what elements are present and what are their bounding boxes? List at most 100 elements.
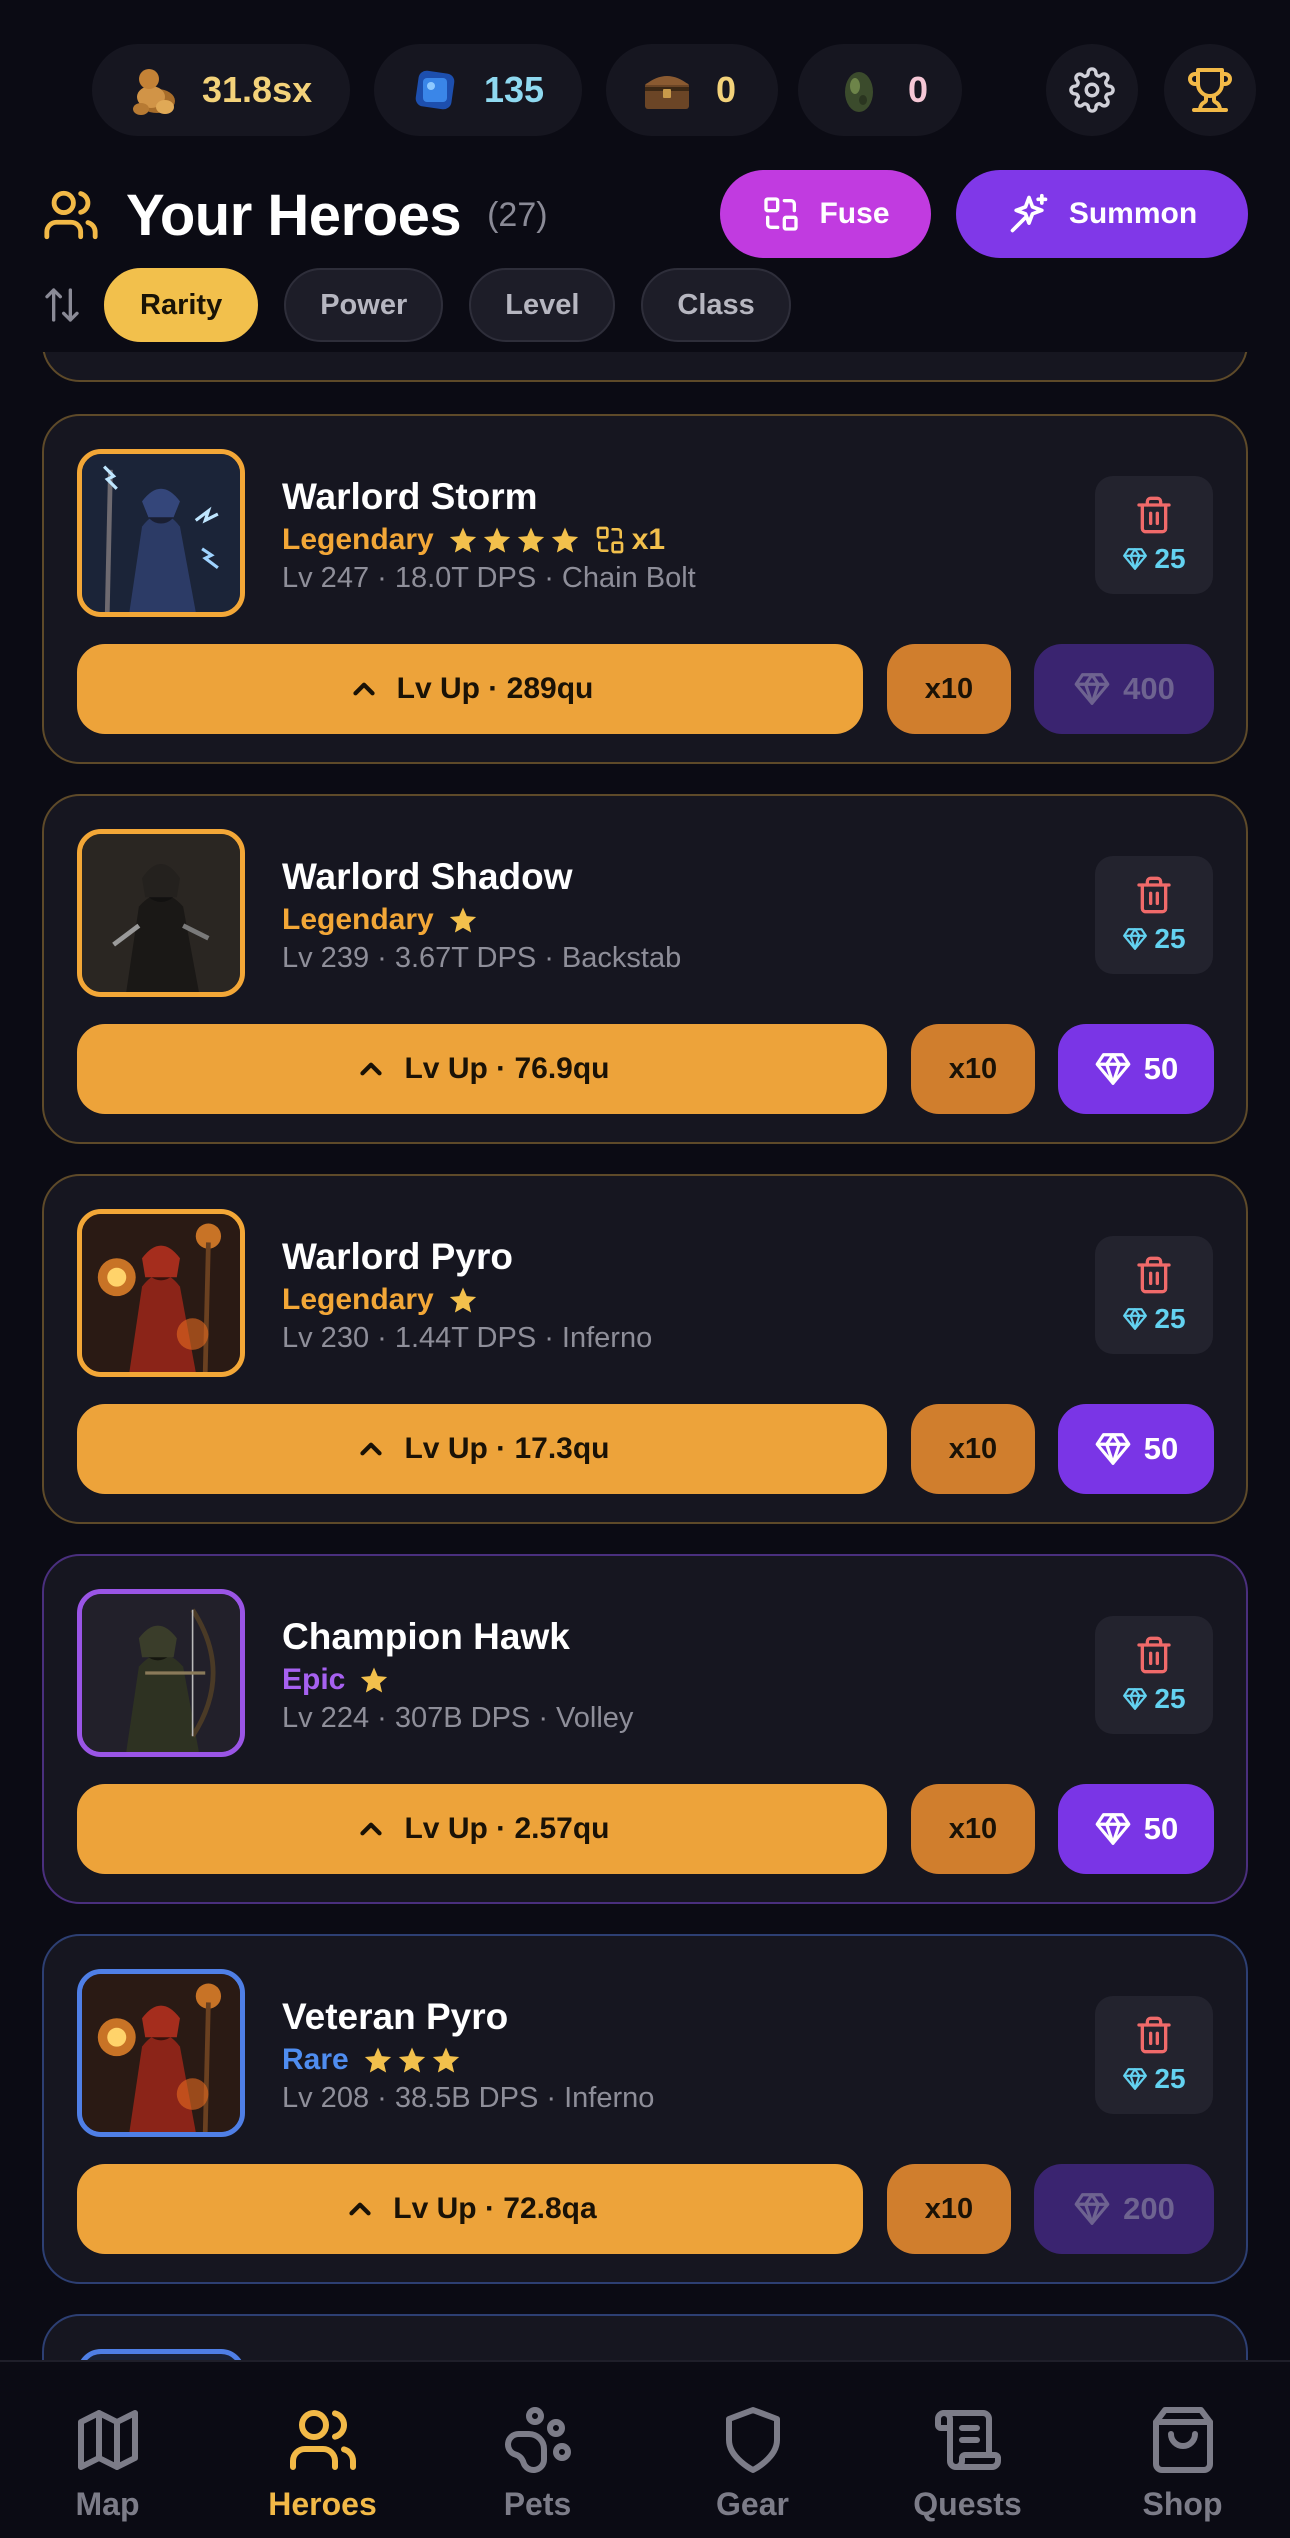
hero-card[interactable]: Veteran Pyro Rare Lv 208 · 38.5B DPS · I…: [42, 1934, 1248, 2284]
delete-reward-value: 25: [1154, 923, 1186, 954]
level-up-button[interactable]: Lv Up · 2.57qu: [77, 1784, 887, 1874]
hero-card[interactable]: Champion Hawk Epic Lv 224 · 307B DPS · V…: [42, 1554, 1248, 1904]
level-up-x10-button[interactable]: x10: [887, 2164, 1011, 2254]
gold-value: 31.8sx: [202, 69, 313, 110]
diamond-icon: [1095, 1433, 1131, 1465]
hero-rarity-line: Epic: [282, 1660, 393, 1700]
level-up-label: Lv Up · 17.3qu: [404, 1432, 610, 1465]
hero-card[interactable]: Warlord Storm Legendary x1 Lv 247 · 18.0…: [42, 414, 1248, 764]
level-up-label: Lv Up · 289qu: [396, 672, 594, 705]
delete-reward: 25: [1122, 2063, 1186, 2095]
trash-icon: [1137, 876, 1171, 914]
gold-currency[interactable]: 31.8sx: [92, 44, 350, 136]
hero-stats: Lv 239 · 3.67T DPS · Backstab: [282, 942, 682, 974]
hero-name: Veteran Pyro: [282, 1996, 509, 2037]
fuse-button[interactable]: Fuse: [720, 170, 931, 258]
level-up-x10-button[interactable]: x10: [911, 1784, 1035, 1874]
delete-reward-value: 25: [1154, 1683, 1186, 1714]
star-icon: [364, 2047, 391, 2073]
nav-label: Pets: [503, 2486, 572, 2522]
nav-pets[interactable]: Pets: [430, 2362, 645, 2538]
hero-rarity: Legendary: [282, 1283, 434, 1316]
hero-card-partial-bottom[interactable]: [42, 2314, 1248, 2360]
gem-upgrade-button[interactable]: 400: [1034, 644, 1214, 734]
egg-icon: [832, 63, 886, 117]
level-up-button[interactable]: Lv Up · 72.8qa: [77, 2164, 863, 2254]
gold-coins-icon: [126, 63, 180, 117]
gem-cost: 50: [1143, 1811, 1179, 1846]
hero-portrait: [77, 1969, 245, 2137]
blue-gem-icon: [408, 63, 462, 117]
egg-currency[interactable]: 0: [798, 44, 962, 136]
delete-reward: 25: [1122, 923, 1186, 955]
hero-rarity-line: Legendary: [282, 900, 482, 940]
nav-quests[interactable]: Quests: [860, 2362, 1075, 2538]
fuse-icon: [596, 526, 624, 554]
summon-button[interactable]: Summon: [956, 170, 1248, 258]
level-up-x10-button[interactable]: x10: [887, 644, 1011, 734]
trophy-button[interactable]: [1164, 44, 1256, 136]
shield-icon: [725, 2407, 780, 2473]
gem-upgrade-button[interactable]: 50: [1058, 1404, 1214, 1494]
delete-reward-value: 25: [1154, 1303, 1186, 1334]
chest-currency[interactable]: 0: [606, 44, 778, 136]
delete-hero-button[interactable]: 25: [1095, 476, 1213, 594]
gem-cost: 200: [1123, 2191, 1175, 2226]
hero-list[interactable]: Warlord Storm Legendary x1 Lv 247 · 18.0…: [0, 352, 1290, 2360]
hero-name: Warlord Pyro: [282, 1236, 513, 1277]
filter-chip-power[interactable]: Power: [284, 268, 444, 342]
sort-icon[interactable]: [42, 285, 82, 325]
nav-gear[interactable]: Gear: [645, 2362, 860, 2538]
hero-card[interactable]: Warlord Pyro Legendary Lv 230 · 1.44T DP…: [42, 1174, 1248, 1524]
hero-rarity: Epic: [282, 1663, 346, 1696]
level-up-button[interactable]: Lv Up · 17.3qu: [77, 1404, 887, 1494]
filter-chip-class[interactable]: Class: [641, 268, 791, 342]
hero-stats: Lv 230 · 1.44T DPS · Inferno: [282, 1322, 653, 1354]
chevron-up-icon: [349, 2202, 371, 2216]
level-up-label: Lv Up · 72.8qa: [393, 2192, 597, 2225]
nav-map[interactable]: Map: [0, 2362, 215, 2538]
hero-rarity: Legendary: [282, 903, 434, 936]
chevron-up-icon: [360, 1442, 383, 1456]
hero-name: Champion Hawk: [282, 1616, 570, 1657]
delete-reward-value: 25: [1154, 2063, 1186, 2094]
gem-cost: 50: [1143, 1431, 1179, 1466]
level-up-x10-button[interactable]: x10: [911, 1024, 1035, 1114]
nav-heroes[interactable]: Heroes: [215, 2362, 430, 2538]
filter-chip-rarity[interactable]: Rarity: [104, 268, 259, 342]
hero-name: Warlord Shadow: [282, 856, 573, 897]
nav-shop[interactable]: Shop: [1075, 2362, 1290, 2538]
nav-label: Gear: [716, 2486, 789, 2522]
gem-currency[interactable]: 135: [374, 44, 582, 136]
bottom-navigation: Map Heroes Pets Gear Quests Shop: [0, 2360, 1290, 2538]
delete-reward: 25: [1122, 543, 1186, 575]
trophy-icon: [1188, 68, 1232, 112]
level-up-label: Lv Up · 2.57qu: [404, 1812, 610, 1845]
gem-upgrade-button[interactable]: 50: [1058, 1784, 1214, 1874]
diamond-icon: [1123, 928, 1148, 950]
delete-hero-button[interactable]: 25: [1095, 1996, 1213, 2114]
hero-portrait: [77, 2349, 245, 2360]
nav-label: Map: [75, 2486, 140, 2522]
level-up-button[interactable]: Lv Up · 76.9qu: [77, 1024, 887, 1114]
delete-hero-button[interactable]: 25: [1095, 856, 1213, 974]
fuse-count-value: x1: [631, 523, 666, 556]
chest-value: 0: [716, 69, 737, 110]
sparkles-icon: [1010, 193, 1048, 233]
hero-card[interactable]: Warlord Shadow Legendary Lv 239 · 3.67T …: [42, 794, 1248, 1144]
level-up-x10-button[interactable]: x10: [911, 1404, 1035, 1494]
gem-upgrade-button[interactable]: 50: [1058, 1024, 1214, 1114]
trash-icon: [1137, 496, 1171, 534]
diamond-icon: [1123, 548, 1148, 570]
star-icon: [449, 1287, 476, 1313]
hero-portrait: [77, 1209, 245, 1377]
filter-chip-level[interactable]: Level: [469, 268, 616, 342]
gem-upgrade-button[interactable]: 200: [1034, 2164, 1214, 2254]
hero-portrait: [77, 449, 245, 617]
settings-button[interactable]: [1046, 44, 1138, 136]
heroes-icon: [44, 190, 98, 240]
delete-hero-button[interactable]: 25: [1095, 1236, 1213, 1354]
hero-name: Warlord Storm: [282, 476, 538, 517]
delete-hero-button[interactable]: 25: [1095, 1616, 1213, 1734]
level-up-button[interactable]: Lv Up · 289qu: [77, 644, 863, 734]
